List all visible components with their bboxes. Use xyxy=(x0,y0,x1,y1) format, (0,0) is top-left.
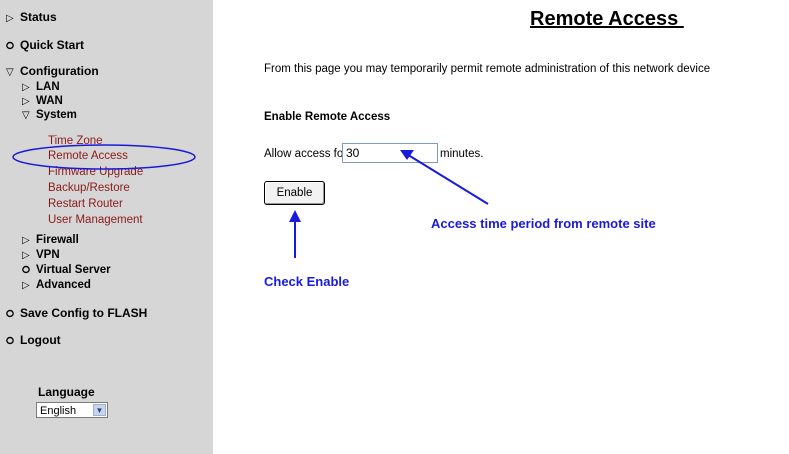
nav-lan[interactable]: ▷ LAN xyxy=(22,80,60,95)
nav-lan-label: LAN xyxy=(36,81,60,93)
circle-bullet-icon: ⭘ xyxy=(6,41,14,52)
page-title: Remote Access xyxy=(530,8,684,30)
nav-wan-label: WAN xyxy=(36,95,63,107)
sublink-user-management[interactable]: User Management xyxy=(48,214,143,227)
language-select[interactable]: English ▼ xyxy=(36,402,108,418)
annotation-access-time: Access time period from remote site xyxy=(431,216,656,231)
nav-system[interactable]: ▽ System xyxy=(22,108,77,123)
sublink-time-zone[interactable]: Time Zone xyxy=(48,135,103,148)
nav-wan[interactable]: ▷ WAN xyxy=(22,94,63,109)
nav-configuration-label: Configuration xyxy=(20,64,99,78)
nav-quick-start[interactable]: ⭘ Quick Start xyxy=(6,38,84,54)
nav-quick-start-label: Quick Start xyxy=(20,38,85,52)
section-heading: Enable Remote Access xyxy=(264,111,391,123)
triangle-right-icon: ▷ xyxy=(6,13,14,24)
page-description: From this page you may temporarily permi… xyxy=(264,63,711,75)
language-select-value: English xyxy=(40,405,77,417)
nav-system-label: System xyxy=(36,109,77,121)
annotation-check-enable: Check Enable xyxy=(264,274,350,289)
nav-status-label: Status xyxy=(20,10,57,24)
sublink-firmware-upgrade[interactable]: Firmware Upgrade xyxy=(48,166,143,179)
sidebar: ▷ Status ⭘ Quick Start ▽ Configuration ▷ LAN… xyxy=(0,0,213,454)
nav-save-config-label: Save Config to FLASH xyxy=(20,306,148,320)
sublink-restart-router[interactable]: Restart Router xyxy=(48,198,123,211)
triangle-right-icon: ▷ xyxy=(22,96,30,107)
circle-bullet-icon: ⭘ xyxy=(6,309,14,320)
minutes-input[interactable] xyxy=(342,143,438,163)
nav-status[interactable]: ▷ Status xyxy=(6,10,57,26)
allow-access-label: Allow access for: xyxy=(264,148,351,160)
nav-advanced-label: Advanced xyxy=(36,279,91,291)
arrow-to-enable-button xyxy=(289,210,301,258)
nav-logout-label: Logout xyxy=(20,333,61,347)
triangle-right-icon: ▷ xyxy=(22,250,30,261)
triangle-right-icon: ▷ xyxy=(22,235,30,246)
triangle-down-icon: ▽ xyxy=(6,67,14,78)
sublink-backup-restore[interactable]: Backup/Restore xyxy=(48,182,130,195)
triangle-down-icon: ▽ xyxy=(22,110,30,121)
circle-bullet-icon: ⭘ xyxy=(22,265,30,276)
nav-virtual-server[interactable]: ⭘ Virtual Server xyxy=(22,263,111,278)
nav-virtual-server-label: Virtual Server xyxy=(36,264,111,276)
nav-logout[interactable]: ⭘ Logout xyxy=(6,333,61,349)
nav-configuration[interactable]: ▽ Configuration xyxy=(6,64,99,80)
nav-vpn[interactable]: ▷ VPN xyxy=(22,248,60,263)
nav-advanced[interactable]: ▷ Advanced xyxy=(22,278,91,293)
nav-vpn-label: VPN xyxy=(36,249,60,261)
minutes-unit-label: minutes. xyxy=(440,148,484,160)
sublink-remote-access[interactable]: Remote Access xyxy=(48,150,128,163)
nav-firewall-label: Firewall xyxy=(36,234,79,246)
circle-bullet-icon: ⭘ xyxy=(6,336,14,347)
triangle-right-icon: ▷ xyxy=(22,82,30,93)
nav-firewall[interactable]: ▷ Firewall xyxy=(22,233,79,248)
nav-save-config[interactable]: ⭘ Save Config to FLASH xyxy=(6,306,147,322)
enable-button[interactable]: Enable xyxy=(264,181,325,205)
language-label: Language xyxy=(38,385,95,399)
chevron-down-icon[interactable]: ▼ xyxy=(93,404,106,416)
triangle-right-icon: ▷ xyxy=(22,280,30,291)
